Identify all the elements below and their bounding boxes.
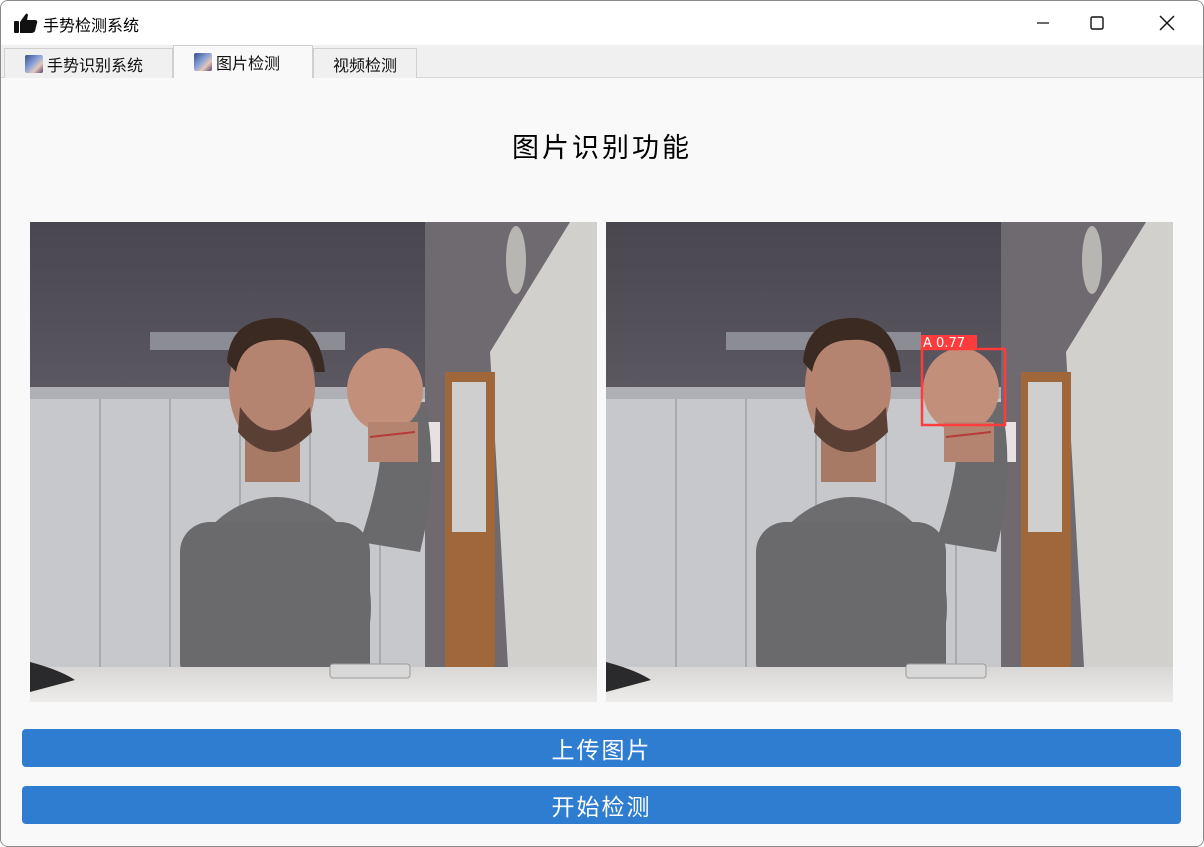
title-bar[interactable]: 手势检测系统 xyxy=(1,1,1203,45)
app-window: 手势检测系统 手势识别系统 图片检测 视频检测 图片识别功能 A 0.77 上传… xyxy=(0,0,1204,847)
close-icon xyxy=(1159,15,1175,31)
thumbs-up-icon xyxy=(13,11,39,35)
tab-image-icon xyxy=(25,54,43,73)
maximize-button[interactable] xyxy=(1074,1,1120,45)
minimize-button[interactable] xyxy=(1020,1,1066,45)
main-panel: 图片识别功能 A 0.77 上传图片 开始检测 xyxy=(1,78,1203,846)
tab-video-detection[interactable]: 视频检测 xyxy=(313,48,417,78)
result-image: A 0.77 xyxy=(606,222,1173,702)
tab-bar: 手势识别系统 图片检测 视频检测 xyxy=(1,45,1203,78)
tab-label: 视频检测 xyxy=(332,55,397,75)
tab-gesture-system[interactable]: 手势识别系统 xyxy=(4,48,173,78)
minimize-icon xyxy=(1037,22,1049,24)
window-title: 手势检测系统 xyxy=(43,16,140,35)
tab-label: 图片检测 xyxy=(216,54,281,73)
page-title: 图片识别功能 xyxy=(512,133,692,164)
tab-image-icon xyxy=(194,53,212,71)
original-image xyxy=(30,222,597,702)
detection-label: A 0.77 xyxy=(923,336,965,351)
tab-image-detection[interactable]: 图片检测 xyxy=(173,45,313,78)
upload-image-button[interactable]: 上传图片 xyxy=(22,729,1181,767)
tab-label: 手势识别系统 xyxy=(47,55,144,75)
close-button[interactable] xyxy=(1144,1,1190,45)
start-detection-button[interactable]: 开始检测 xyxy=(22,786,1181,824)
maximize-icon xyxy=(1090,16,1104,30)
